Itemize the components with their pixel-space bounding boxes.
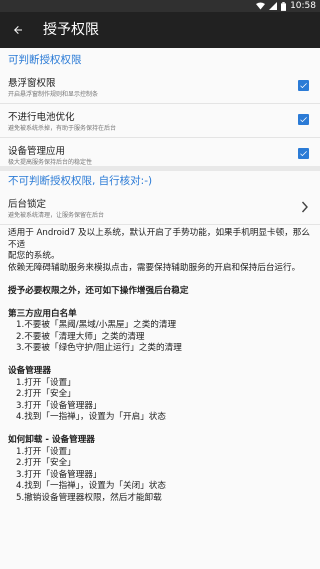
checkbox-battery-optimization[interactable]: [298, 114, 309, 125]
group-title-device-admin: 设备管理器: [8, 366, 51, 376]
group-title-uninstall: 如何卸载 - 设备管理器: [8, 435, 95, 445]
app-bar: 授予权限: [0, 12, 320, 48]
chevron-right-icon: [301, 201, 308, 213]
checkbox-device-admin[interactable]: [298, 148, 309, 159]
pref-title: 不进行电池优化: [8, 112, 75, 123]
back-button[interactable]: [6, 18, 30, 42]
instruction-line: 1.打开「设置」: [16, 446, 76, 457]
instruction-line: 1.打开「设置」: [16, 377, 76, 388]
section-header-revocable: 可判断授权权限: [8, 54, 82, 66]
pref-summary: 避免被系统清理，让服务保留在后台: [8, 212, 105, 219]
wifi-icon: [256, 2, 266, 10]
checkbox-overlay-permission[interactable]: [298, 80, 309, 91]
instruction-line: 2.打开「安全」: [16, 458, 76, 468]
status-bar: 10:58: [0, 0, 320, 12]
intro-line: 适用于 Android7 及以上系统，默认开启了手势功能，如果手机明显卡顿，那么…: [8, 228, 310, 250]
pref-background-lock[interactable]: 后台锁定 避免被系统清理，让服务保留在后台: [0, 191, 320, 224]
intro-line: 配您的系统。: [8, 251, 60, 261]
section-header-self-check: 不可判断授权权限, 自行核对:-): [8, 175, 153, 187]
instruction-line: 2.不要被「清理大师」之类的清理: [16, 331, 145, 342]
pref-overlay-permission[interactable]: 悬浮窗权限 开启悬浮窗制作规则和显示控制条: [0, 70, 320, 102]
instruction-line: 5.撤销设备管理器权限，然后才能卸载: [16, 492, 162, 503]
pref-title: 设备管理应用: [8, 146, 66, 157]
group-title-whitelist: 第三方应用白名单: [8, 308, 77, 319]
instruction-line: 4.找到「一指禅」，设置为「开启」状态: [16, 412, 166, 422]
divider: [0, 224, 320, 225]
check-icon: [300, 117, 307, 123]
bold-heading: 授予必要权限之外，还可如下操作增强后台稳定: [8, 285, 189, 296]
instruction-line: 4.找到「一指禅」，设置为「关闭」状态: [16, 481, 166, 491]
instruction-line: 3.不要被「绿色守护/阻止运行」之类的清理: [16, 343, 182, 353]
instructions-text: 适用于 Android7 及以上系统，默认开启了手势功能，如果手机明显卡顿，那么…: [8, 228, 314, 504]
pref-title: 后台锁定: [8, 199, 47, 210]
check-icon: [300, 151, 307, 157]
page-title: 授予权限: [43, 22, 99, 38]
pref-summary: 极大提高服务保持后台的稳定性: [8, 159, 93, 166]
battery-icon: [281, 1, 287, 11]
status-time: 10:58: [290, 1, 316, 11]
pref-summary: 避免被系统杀掉，有助于服务保持在后台: [8, 125, 117, 132]
instruction-line: 2.打开「安全」: [16, 389, 76, 399]
cell-signal-icon: [269, 2, 278, 10]
pref-summary: 开启悬浮窗制作规则和显示控制条: [8, 91, 99, 98]
pref-title: 悬浮窗权限: [8, 78, 56, 89]
arrow-back-icon: [14, 26, 22, 34]
instruction-line: 3.打开「设备管理器」: [16, 400, 102, 411]
intro-line: 依赖无障碍辅助服务来模拟点击，需要保持辅助服务的开启和保持后台运行。: [8, 262, 301, 273]
pref-battery-optimization[interactable]: 不进行电池优化 避免被系统杀掉，有助于服务保持在后台: [0, 104, 320, 136]
instruction-line: 1.不要被「黑阈/黑域/小黑屋」之类的清理: [16, 320, 177, 330]
settings-content: 可判断授权权限 悬浮窗权限 开启悬浮窗制作规则和显示控制条 不进行电池优化 避免…: [0, 48, 320, 569]
instruction-line: 3.打开「设备管理器」: [16, 469, 102, 480]
check-icon: [300, 83, 307, 89]
